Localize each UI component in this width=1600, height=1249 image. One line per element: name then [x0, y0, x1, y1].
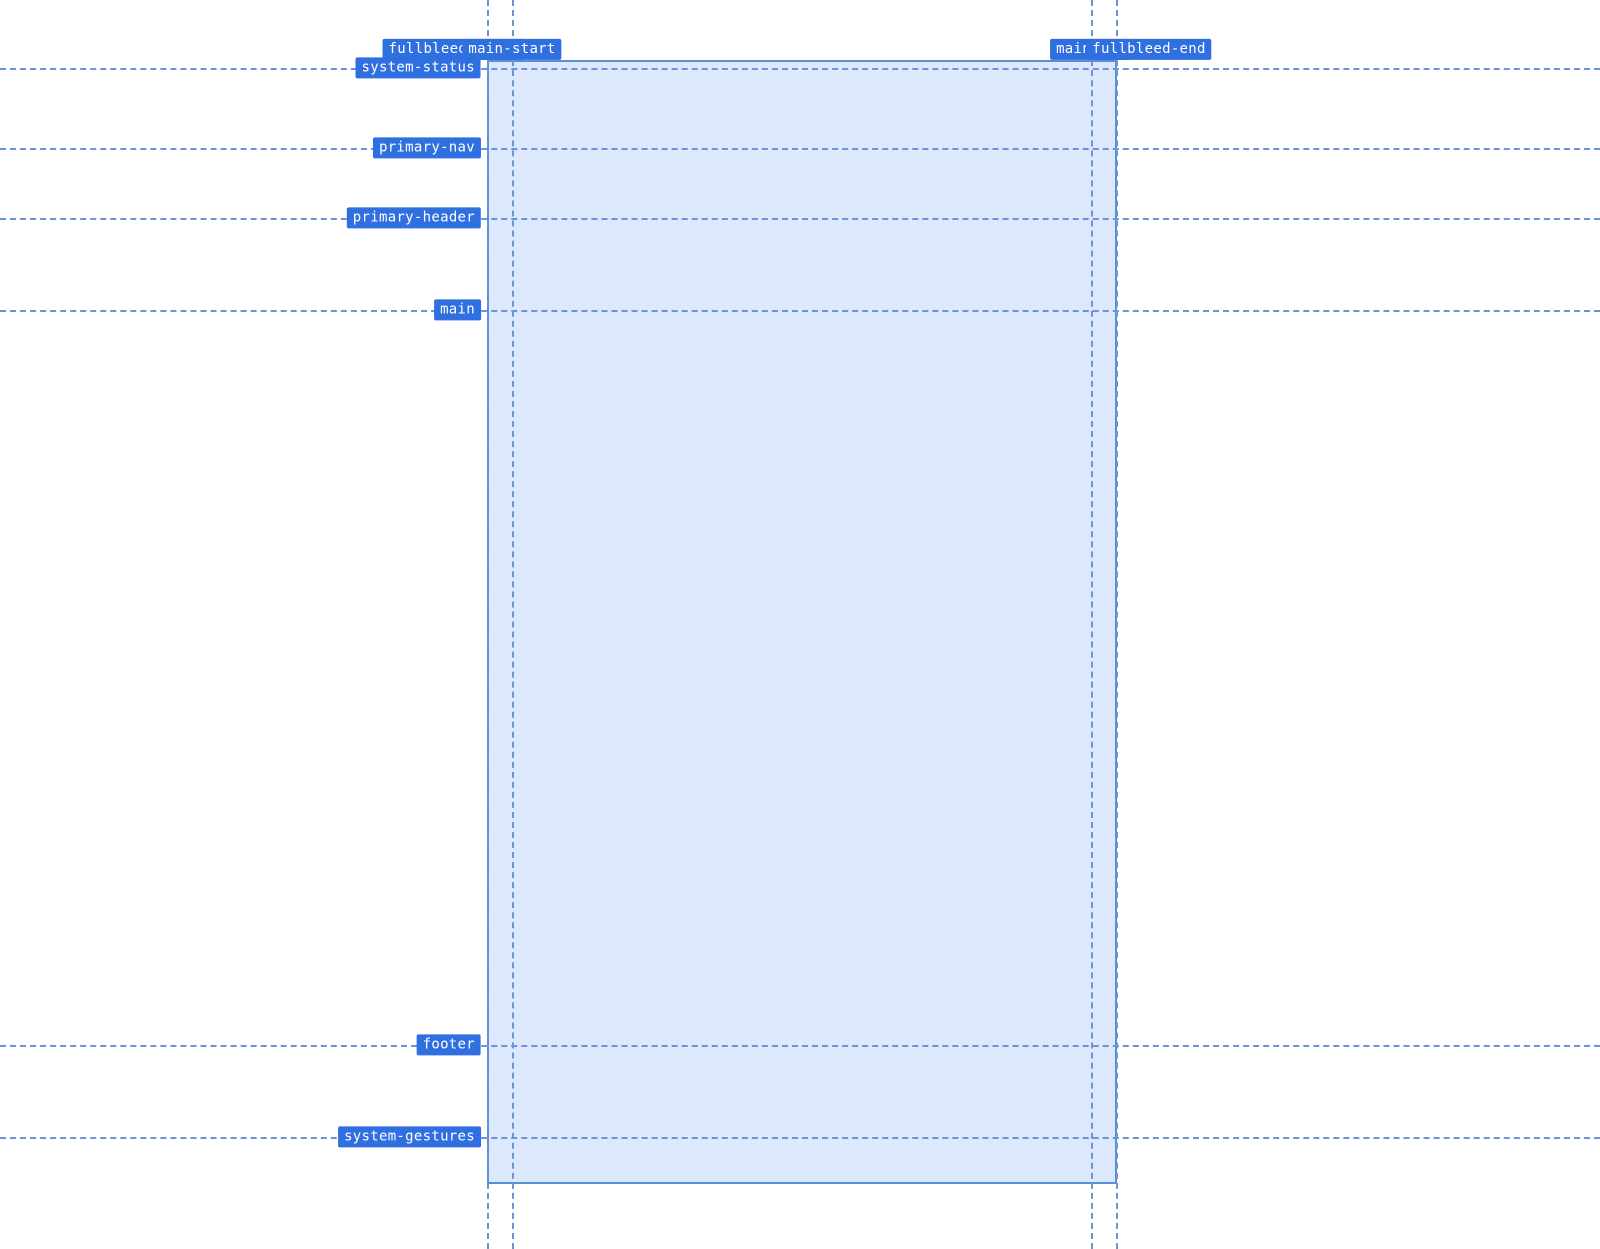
row-line-primary-nav: [0, 148, 1600, 150]
row-line-main: [0, 310, 1600, 312]
col-label-fullbleed-end: fullbleed-end: [1086, 39, 1211, 60]
col-line-main-end: [1091, 0, 1093, 1249]
row-label-main: main: [434, 299, 481, 320]
col-line-fullbleed-end: [1116, 0, 1118, 1249]
grid-container: [487, 60, 1117, 1184]
row-line-system-gestures: [0, 1137, 1600, 1139]
row-line-system-status: [0, 68, 1600, 70]
col-line-fullbleed-start: [487, 0, 489, 1249]
row-label-primary-header: primary-header: [347, 207, 481, 228]
row-label-primary-nav: primary-nav: [373, 137, 481, 158]
row-label-footer: footer: [417, 1034, 481, 1055]
row-line-footer: [0, 1045, 1600, 1047]
row-label-system-status: system-status: [356, 57, 481, 78]
row-line-primary-header: [0, 218, 1600, 220]
col-line-main-start: [512, 0, 514, 1249]
row-label-system-gestures: system-gestures: [338, 1126, 481, 1147]
